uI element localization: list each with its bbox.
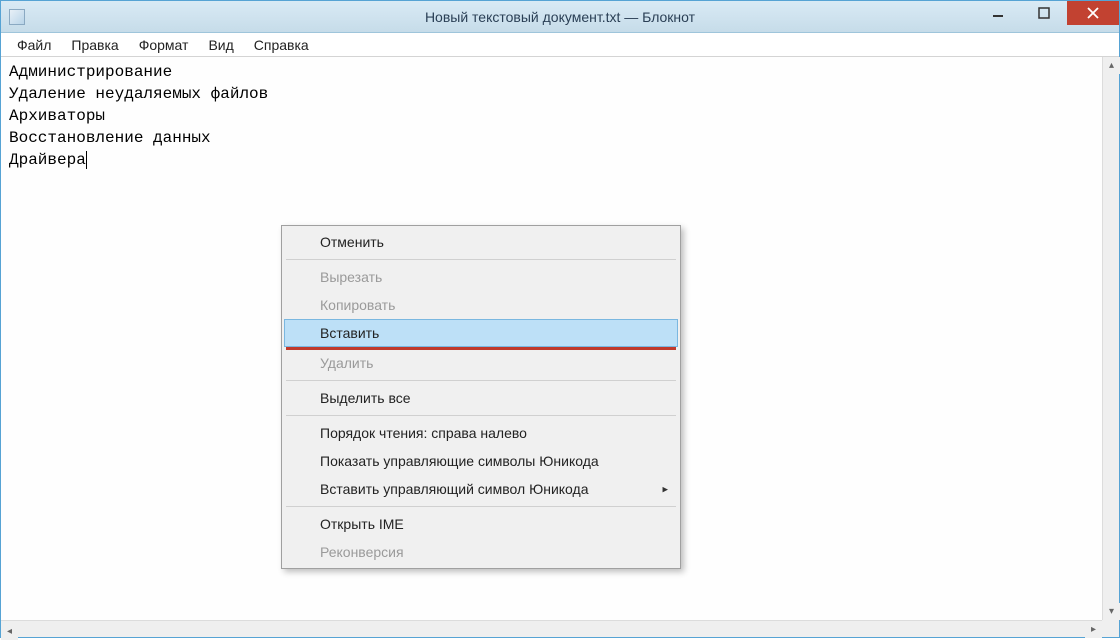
horizontal-scrollbar[interactable]: ◂ ▸	[1, 620, 1102, 637]
ctx-cut[interactable]: Вырезать	[284, 263, 678, 291]
ctx-show-unicode[interactable]: Показать управляющие символы Юникода	[284, 447, 678, 475]
scroll-left-icon[interactable]: ◂	[1, 623, 18, 640]
ctx-separator	[286, 380, 676, 381]
ctx-insert-unicode[interactable]: Вставить управляющий символ Юникода	[284, 475, 678, 503]
scroll-corner	[1102, 620, 1119, 637]
ctx-undo[interactable]: Отменить	[284, 228, 678, 256]
editor-line: Архиваторы	[9, 107, 105, 125]
minimize-button[interactable]	[975, 1, 1021, 25]
maximize-button[interactable]	[1021, 1, 1067, 25]
menubar: Файл Правка Формат Вид Справка	[1, 33, 1119, 57]
ctx-copy[interactable]: Копировать	[284, 291, 678, 319]
ctx-separator	[286, 415, 676, 416]
ctx-separator	[286, 259, 676, 260]
editor-line: Удаление неудаляемых файлов	[9, 85, 268, 103]
close-icon	[1087, 7, 1099, 19]
scroll-up-icon[interactable]: ▴	[1103, 57, 1120, 74]
close-button[interactable]	[1067, 1, 1119, 25]
menu-help[interactable]: Справка	[244, 35, 319, 55]
titlebar[interactable]: Новый текстовый документ.txt — Блокнот	[1, 1, 1119, 33]
vertical-scrollbar[interactable]: ▴ ▾	[1102, 57, 1119, 620]
window-controls	[975, 1, 1119, 25]
ctx-reading-order[interactable]: Порядок чтения: справа налево	[284, 419, 678, 447]
menu-file[interactable]: Файл	[7, 35, 61, 55]
ctx-paste[interactable]: Вставить	[284, 319, 678, 347]
window-title: Новый текстовый документ.txt — Блокнот	[425, 9, 695, 25]
editor-line: Драйвера	[9, 151, 86, 169]
scroll-right-icon[interactable]: ▸	[1085, 621, 1102, 638]
menu-edit[interactable]: Правка	[61, 35, 128, 55]
minimize-icon	[992, 7, 1004, 19]
menu-format[interactable]: Формат	[129, 35, 199, 55]
editor-line: Восстановление данных	[9, 129, 211, 147]
ctx-reconversion[interactable]: Реконверсия	[284, 538, 678, 566]
editor-line: Администрирование	[9, 63, 172, 81]
ctx-separator	[286, 506, 676, 507]
app-icon	[9, 9, 25, 25]
menu-view[interactable]: Вид	[198, 35, 243, 55]
context-menu: Отменить Вырезать Копировать Вставить Уд…	[281, 225, 681, 569]
ctx-open-ime[interactable]: Открыть IME	[284, 510, 678, 538]
text-caret	[86, 151, 87, 169]
maximize-icon	[1038, 7, 1050, 19]
ctx-delete[interactable]: Удалить	[284, 349, 678, 377]
ctx-select-all[interactable]: Выделить все	[284, 384, 678, 412]
scroll-down-icon[interactable]: ▾	[1103, 603, 1120, 620]
